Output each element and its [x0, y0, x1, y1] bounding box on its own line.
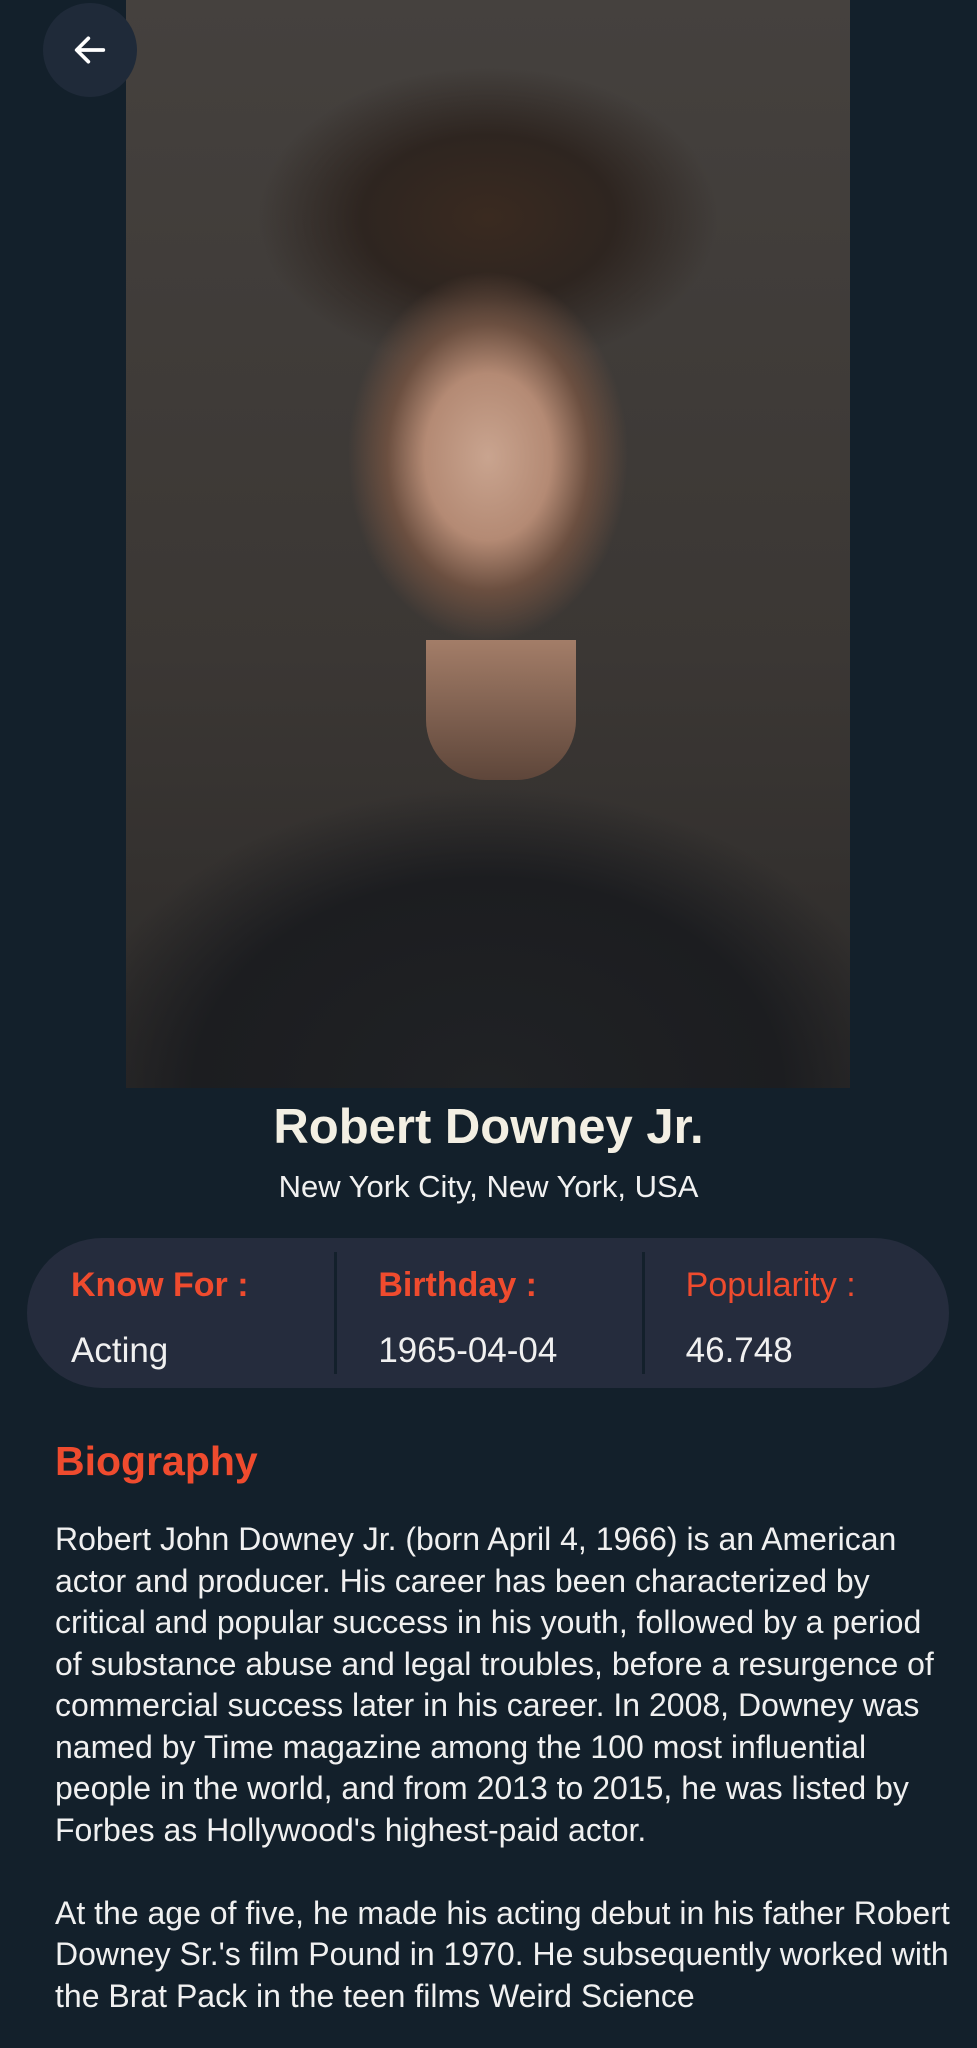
photo-shoulders-shape	[126, 728, 850, 1088]
birthday-label: Birthday :	[378, 1266, 538, 1304]
photo-neck-shape	[426, 640, 576, 780]
known-for-label: Know For :	[71, 1266, 249, 1304]
place-of-birth: New York City, New York, USA	[278, 1169, 699, 1204]
biography-text: Robert John Downey Jr. (born April 4, 19…	[55, 1521, 950, 2014]
arrow-left-icon	[74, 36, 106, 64]
back-button[interactable]	[43, 3, 137, 97]
birthday-value: 1965-04-04	[378, 1331, 558, 1370]
birthday-column: Birthday : 1965-04-04	[334, 1238, 641, 1388]
known-for-column: Know For : Acting	[27, 1238, 334, 1388]
info-card: Know For : Acting Birthday : 1965-04-04 …	[27, 1238, 949, 1388]
popularity-value: 46.748	[685, 1331, 793, 1370]
known-for-value: Acting	[71, 1331, 169, 1370]
biography-heading: Biography	[55, 1438, 258, 1484]
person-name: Robert Downey Jr.	[273, 1100, 704, 1154]
profile-photo	[126, 0, 850, 1088]
popularity-column: Popularity : 46.748	[641, 1238, 949, 1388]
popularity-label: Popularity :	[685, 1266, 856, 1304]
person-detail-screen: Robert Downey Jr. New York City, New Yor…	[0, 0, 977, 2048]
